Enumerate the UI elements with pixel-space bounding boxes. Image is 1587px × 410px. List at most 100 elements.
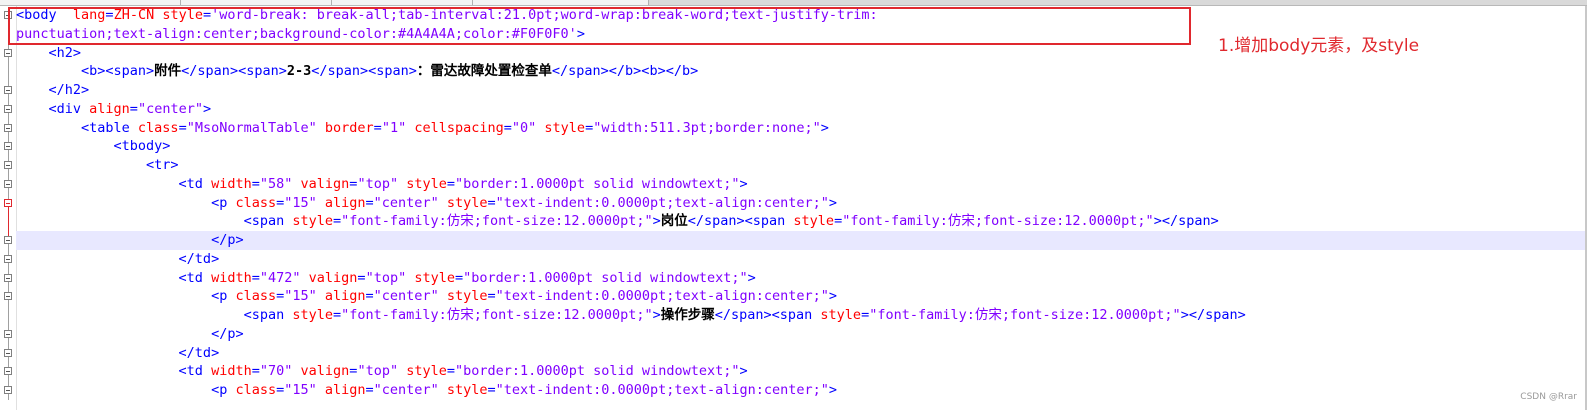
code-token: <td bbox=[16, 269, 212, 286]
code-token: = bbox=[861, 307, 870, 323]
fold-toggle-icon[interactable] bbox=[4, 236, 12, 244]
code-token: border bbox=[324, 119, 374, 136]
code-line[interactable]: <tbody> bbox=[16, 137, 1587, 156]
code-token: valign bbox=[300, 363, 350, 380]
fold-toggle-icon[interactable] bbox=[4, 161, 12, 169]
code-token: = bbox=[129, 100, 138, 117]
code-token: <table bbox=[16, 119, 138, 136]
code-token: = bbox=[454, 269, 464, 286]
code-token: ></span> bbox=[1180, 307, 1246, 323]
code-token: "MsoNormalTable" bbox=[186, 119, 317, 136]
fold-toggle-icon[interactable] bbox=[4, 198, 12, 207]
code-line[interactable]: <body lang=ZH-CN style='word-break: brea… bbox=[16, 6, 1587, 25]
editor-tab[interactable] bbox=[181, 0, 332, 5]
code-token: style bbox=[793, 213, 835, 230]
code-token: lang bbox=[72, 7, 106, 23]
code-token: > bbox=[828, 288, 838, 305]
fold-toggle-icon[interactable] bbox=[4, 104, 12, 113]
code-token: "font-family:仿宋;font-size:12.0000pt;" bbox=[341, 213, 653, 230]
code-line[interactable]: </p> bbox=[16, 325, 1587, 344]
code-token: align bbox=[324, 194, 366, 211]
code-token: cellspacing bbox=[414, 119, 504, 136]
code-token: = bbox=[487, 288, 496, 305]
code-line[interactable]: <table class="MsoNormalTable" border="1"… bbox=[16, 119, 1587, 138]
code-token: <div bbox=[16, 100, 90, 117]
code-token: = bbox=[105, 7, 114, 23]
code-token: class bbox=[235, 194, 277, 211]
code-line[interactable]: <b><span>附件</span><span>2-3</span><span>… bbox=[16, 62, 1587, 81]
code-token: ZH-CN bbox=[113, 7, 155, 23]
fold-toggle-icon[interactable] bbox=[4, 123, 12, 132]
code-line[interactable]: </h2> bbox=[16, 81, 1587, 100]
code-line[interactable]: </td> bbox=[16, 344, 1587, 363]
editor-tab[interactable] bbox=[332, 0, 473, 5]
fold-toggle-icon[interactable] bbox=[4, 179, 12, 188]
code-line[interactable]: <p class="15" align="center" style="text… bbox=[16, 287, 1587, 306]
code-token: 'word-break: break-all;tab-interval:21.0… bbox=[211, 7, 878, 23]
fold-toggle-icon[interactable] bbox=[4, 11, 12, 19]
code-line[interactable]: <div align="center"> bbox=[16, 100, 1587, 119]
code-token: </p> bbox=[16, 325, 244, 342]
code-token: style bbox=[414, 269, 455, 286]
fold-toggle-icon[interactable] bbox=[4, 329, 12, 338]
code-line[interactable]: <p class="15" align="center" style="text… bbox=[16, 381, 1587, 400]
code-token: "472" bbox=[259, 269, 301, 286]
code-token: = bbox=[202, 7, 212, 23]
code-token: = bbox=[365, 288, 374, 305]
code-line[interactable]: <tr> bbox=[16, 156, 1587, 175]
code-editor[interactable]: <body lang=ZH-CN style='word-break: brea… bbox=[0, 6, 1587, 410]
fold-toggle-icon[interactable] bbox=[4, 292, 12, 301]
fold-toggle-icon[interactable] bbox=[4, 48, 12, 57]
code-token: <b><span> bbox=[16, 63, 155, 80]
code-token: "1" bbox=[381, 119, 407, 136]
code-token: "center" bbox=[373, 194, 439, 211]
annotation-note: 1.增加body元素，及style bbox=[1218, 36, 1420, 56]
code-line[interactable]: </p> bbox=[16, 231, 1587, 250]
code-token: 附件 bbox=[154, 63, 182, 80]
code-token: class bbox=[137, 119, 179, 136]
code-token: > bbox=[828, 194, 838, 211]
code-token: "top" bbox=[357, 363, 399, 380]
code-line[interactable]: <p class="15" align="center" style="text… bbox=[16, 194, 1587, 213]
code-token: "58" bbox=[259, 175, 293, 192]
fold-toggle-icon[interactable] bbox=[4, 348, 12, 357]
code-token: <p bbox=[16, 382, 236, 398]
code-token: = bbox=[357, 269, 366, 286]
code-token: > bbox=[739, 175, 748, 192]
code-line[interactable]: <span style="font-family:仿宋;font-size:12… bbox=[16, 306, 1587, 325]
editor-tab[interactable] bbox=[0, 0, 181, 5]
code-token: = bbox=[487, 194, 496, 211]
code-token: </span><span bbox=[714, 307, 821, 323]
code-line[interactable]: <td width="70" valign="top" style="borde… bbox=[16, 362, 1587, 381]
fold-toggle-icon[interactable] bbox=[4, 142, 12, 151]
code-token: "0" bbox=[511, 119, 537, 136]
fold-toggle-icon[interactable] bbox=[4, 86, 12, 94]
code-line[interactable]: <td width="58" valign="top" style="borde… bbox=[16, 175, 1587, 194]
fold-toggle-icon[interactable] bbox=[4, 273, 12, 282]
fold-toggle-icon[interactable] bbox=[4, 367, 12, 376]
code-token: style bbox=[446, 288, 488, 305]
fold-toggle-icon[interactable] bbox=[4, 386, 12, 394]
code-line[interactable]: <span style="font-family:仿宋;font-size:12… bbox=[16, 212, 1587, 231]
code-token: width bbox=[211, 175, 252, 192]
code-token: "center" bbox=[373, 288, 439, 305]
code-line[interactable]: <td width="472" valign="top" style="bord… bbox=[16, 269, 1587, 288]
code-token: class bbox=[235, 288, 277, 305]
code-token: punctuation;text-align:center;background… bbox=[16, 25, 577, 42]
editor-tab[interactable] bbox=[473, 0, 649, 5]
code-token: ></span> bbox=[1153, 213, 1219, 230]
code-token: <tbody> bbox=[16, 138, 171, 155]
code-token: > bbox=[828, 382, 838, 398]
code-token: style bbox=[544, 119, 586, 136]
fold-toggle-icon[interactable] bbox=[4, 254, 12, 263]
code-token: ：雷达故障处置检查单 bbox=[416, 63, 552, 80]
code-line[interactable]: </td> bbox=[16, 250, 1587, 269]
code-token: <td bbox=[16, 363, 212, 380]
code-token: width bbox=[211, 269, 252, 286]
